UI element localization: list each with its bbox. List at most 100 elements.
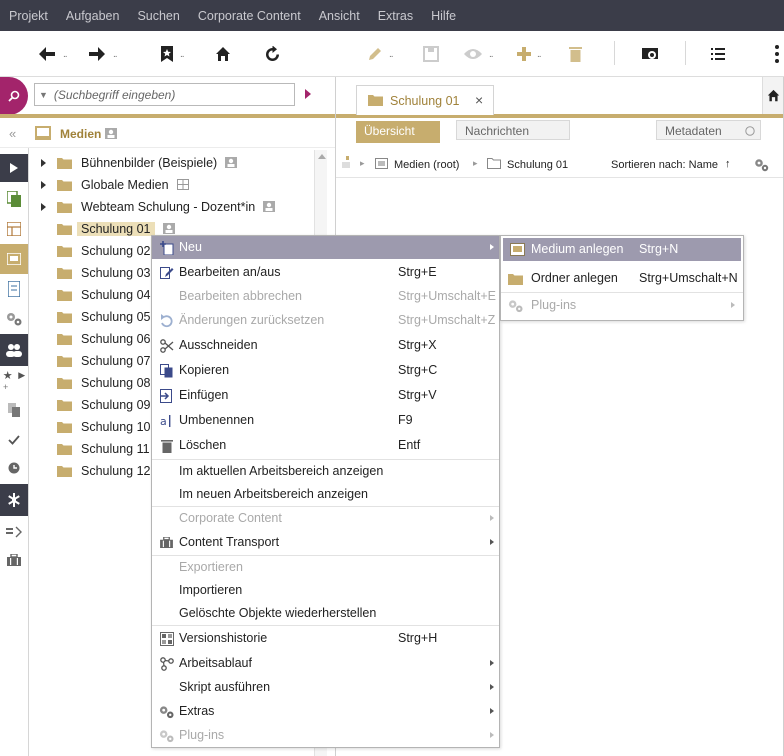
- menu-item-version-history[interactable]: Versionshistorie Strg+H: [152, 627, 499, 650]
- menu-item-content-transport[interactable]: Content Transport: [152, 531, 499, 554]
- rail-add-row[interactable]: +: [0, 382, 28, 392]
- search-input[interactable]: ▼ (Suchbegriff eingeben): [34, 83, 295, 106]
- menu-item-create-folder[interactable]: Ordner anlegen Strg+Umschalt+N: [501, 267, 743, 290]
- menu-item-edit-toggle[interactable]: Bearbeiten an/aus Strg+E: [152, 261, 499, 284]
- forward-button[interactable]: ..: [87, 41, 117, 67]
- small-plus-icon[interactable]: +: [3, 382, 8, 392]
- rail-item-tasks[interactable]: [0, 428, 28, 452]
- toolbar-separator: [685, 41, 686, 65]
- menu-item-rename[interactable]: a Umbenennen F9: [152, 409, 499, 432]
- refresh-button[interactable]: [264, 41, 281, 67]
- menu-item-edit-cancel[interactable]: Bearbeiten abbrechen Strg+Umschalt+E: [152, 285, 499, 308]
- collapse-panel-icon[interactable]: «: [9, 126, 16, 141]
- menu-item-show-new-ws[interactable]: Im neuen Arbeitsbereich anzeigen: [152, 483, 499, 506]
- expand-arrow-icon[interactable]: [41, 203, 46, 211]
- rail-item-data-sources[interactable]: [0, 276, 28, 302]
- menu-item-cut[interactable]: Ausschneiden Strg+X: [152, 334, 499, 357]
- tree-node[interactable]: Bühnenbilder (Beispiele): [30, 153, 320, 173]
- bookmark-star-icon: [161, 46, 173, 62]
- save-button[interactable]: [423, 41, 439, 67]
- tree-node-label: Schulung 07: [81, 354, 151, 368]
- play-icon: [10, 163, 18, 173]
- submenu-arrow-icon: [490, 660, 494, 666]
- menu-aufgaben[interactable]: Aufgaben: [66, 9, 120, 23]
- tab-metadata[interactable]: Metadaten: [656, 120, 761, 140]
- edit-button[interactable]: ..: [367, 41, 393, 67]
- rail-item-sitestore[interactable]: [0, 216, 28, 242]
- tab-messages[interactable]: Nachrichten: [456, 120, 570, 140]
- rail-item-schedule[interactable]: [0, 520, 28, 544]
- tree-node[interactable]: Globale Medien: [30, 175, 320, 195]
- search-go-icon[interactable]: [305, 89, 311, 99]
- menu-item-paste[interactable]: Einfügen Strg+V: [152, 384, 499, 407]
- scroll-up-icon[interactable]: [318, 154, 326, 159]
- rail-item-clipboard[interactable]: [0, 398, 28, 422]
- menu-item-new[interactable]: Neu: [152, 236, 499, 259]
- close-tab-icon[interactable]: ×: [475, 92, 483, 108]
- more-options-button[interactable]: [775, 41, 779, 67]
- rail-favorites-row[interactable]: ★ ▶: [0, 368, 28, 382]
- menu-item-delete[interactable]: Löschen Entf: [152, 434, 499, 457]
- grid-permission-icon: [177, 179, 189, 193]
- rail-item-pages[interactable]: [0, 186, 28, 212]
- rail-item-history[interactable]: [0, 456, 28, 480]
- add-button[interactable]: ..: [517, 41, 541, 67]
- menu-item-copy[interactable]: Kopieren Strg+C: [152, 359, 499, 382]
- menu-projekt[interactable]: Projekt: [9, 9, 48, 23]
- home-button[interactable]: [215, 41, 231, 67]
- delete-button[interactable]: [569, 41, 582, 67]
- clock-icon: [8, 462, 20, 474]
- tab-overview[interactable]: Übersicht: [356, 121, 440, 143]
- rail-item-users[interactable]: [0, 334, 28, 366]
- menu-item-extras[interactable]: Extras: [152, 700, 499, 723]
- rail-item-tools[interactable]: [0, 484, 28, 516]
- list-view-button[interactable]: [711, 41, 725, 67]
- menu-item-plugins[interactable]: Plug-ins: [152, 724, 499, 747]
- panel-title: Medien: [60, 127, 102, 141]
- tree-node-label: Schulung 01: [77, 222, 155, 236]
- expand-arrow-icon[interactable]: [41, 181, 46, 189]
- menu-item-show-current-ws[interactable]: Im aktuellen Arbeitsbereich anzeigen: [152, 460, 499, 483]
- tree-node[interactable]: Webteam Schulung - Dozent*in: [30, 197, 320, 217]
- menu-item-import[interactable]: Importieren: [152, 579, 499, 602]
- menu-ansicht[interactable]: Ansicht: [319, 9, 360, 23]
- display-button[interactable]: [641, 41, 661, 67]
- breadcrumb-current[interactable]: Schulung 01: [507, 159, 568, 171]
- bookmark-button[interactable]: ..: [160, 41, 184, 67]
- dropdown-caret-icon[interactable]: ▼: [39, 90, 48, 100]
- menu-item-export[interactable]: Exportieren: [152, 556, 499, 579]
- arrow-right-icon: [89, 47, 105, 61]
- gears-icon: [159, 704, 174, 719]
- folder-icon: [57, 245, 72, 260]
- rail-item-transport[interactable]: [0, 548, 28, 572]
- list-icon: [711, 48, 725, 60]
- star-icon[interactable]: ★: [3, 369, 13, 382]
- menu-item-revert[interactable]: Änderungen zurücksetzen Strg+Umschalt+Z: [152, 309, 499, 332]
- expand-arrow-icon[interactable]: [41, 159, 46, 167]
- app-logo[interactable]: [0, 77, 28, 115]
- menu-item-workflow[interactable]: Arbeitsablauf: [152, 652, 499, 675]
- rail-item-media[interactable]: [0, 244, 28, 274]
- menu-extras[interactable]: Extras: [378, 9, 413, 23]
- menu-suchen[interactable]: Suchen: [137, 9, 179, 23]
- menu-corporate-content[interactable]: Corporate Content: [198, 9, 301, 23]
- expand-right-icon[interactable]: ▶: [18, 370, 25, 381]
- menu-item-restore-deleted[interactable]: Gelöschte Objekte wiederherstellen: [152, 602, 499, 625]
- sort-direction-icon[interactable]: ↑: [725, 158, 731, 170]
- preview-button[interactable]: ..: [463, 41, 493, 67]
- folder-icon: [368, 95, 383, 106]
- rail-item-content[interactable]: [0, 154, 28, 182]
- menu-item-create-medium[interactable]: Medium anlegen Strg+N: [503, 238, 741, 261]
- tab-home-button[interactable]: [762, 77, 784, 114]
- menu-item-run-script[interactable]: Skript ausführen: [152, 676, 499, 699]
- tab-schulung-01[interactable]: Schulung 01 ×: [356, 85, 494, 115]
- rail-item-templates[interactable]: [0, 306, 28, 332]
- menu-hilfe[interactable]: Hilfe: [431, 9, 456, 23]
- back-button[interactable]: ..: [37, 41, 67, 67]
- menu-item-plugins[interactable]: Plug-ins: [501, 294, 743, 317]
- tree-node-label: Schulung 06: [81, 332, 151, 346]
- menu-item-corporate-content[interactable]: Corporate Content: [152, 507, 499, 530]
- tree-node-label: Schulung 04: [81, 288, 151, 302]
- breadcrumb-root[interactable]: Medien (root): [394, 159, 459, 171]
- sort-label[interactable]: Sortieren nach: Name: [611, 159, 718, 171]
